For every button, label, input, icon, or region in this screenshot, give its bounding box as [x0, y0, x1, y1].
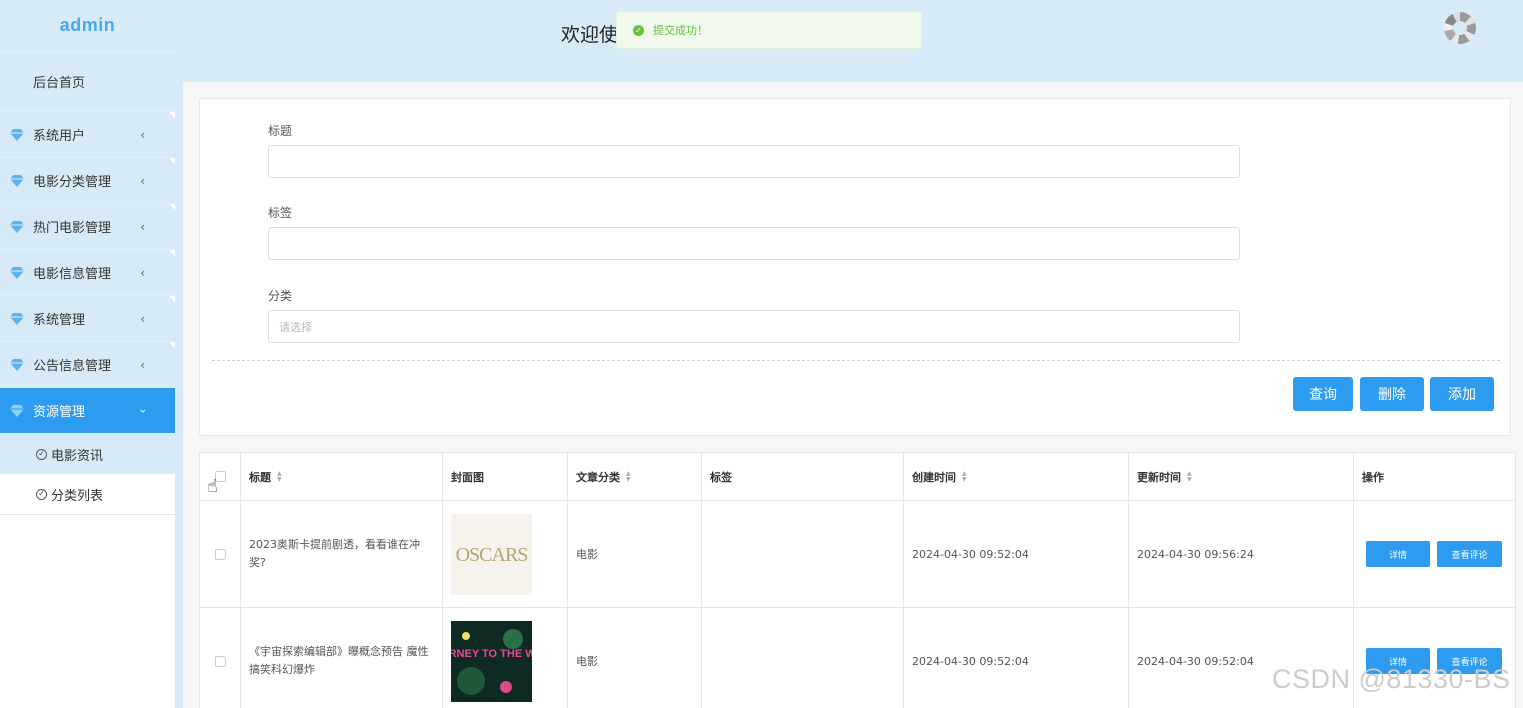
column-header-tag: 标签 — [702, 453, 904, 500]
sidebar-item-label: 资源管理 — [33, 405, 86, 420]
gem-icon — [10, 266, 24, 279]
chevron-down-icon: ‹ — [135, 408, 150, 413]
sidebar-item-label: 电影分类管理 — [33, 175, 112, 190]
sidebar-item-system-users[interactable]: 系统用户 ‹ — [0, 112, 175, 158]
chevron-left-icon: ‹ — [140, 219, 145, 234]
cover-image-oscars: OSCARS — [451, 513, 532, 595]
check-circle-icon: ✓ — [36, 448, 47, 460]
column-header-cover: 封面图 — [443, 453, 568, 500]
chevron-left-icon: ‹ — [140, 357, 145, 372]
table-header: 标题 ▲ ▼ 封面图 文章分类 ▲ ▼ 标签 创建时间 ▲ ▼ 更新时间 ▲ ▼ 操作 — [200, 453, 1515, 501]
gem-icon — [10, 220, 24, 233]
detail-button[interactable]: 详情 — [1366, 541, 1430, 567]
column-header-title[interactable]: 标题 ▲ ▼ — [241, 453, 443, 500]
row-updated: 2024-04-30 09:52:04 — [1137, 654, 1254, 668]
tag-input[interactable] — [268, 227, 1240, 260]
category-select[interactable]: 请选择 — [268, 310, 1240, 343]
delete-button[interactable]: 删除 — [1360, 377, 1424, 411]
watermark: CSDN @81330-BS — [1272, 664, 1511, 694]
sort-icon[interactable]: ▲ ▼ — [277, 470, 282, 483]
gem-icon — [10, 312, 24, 325]
table-row: 2023奥斯卡提前剧透，看看谁在冲奖? OSCARS 电影 2024-04-30… — [200, 501, 1515, 608]
category-label: 分类 — [268, 289, 293, 303]
sidebar-item-label: 后台首页 — [33, 76, 86, 91]
row-created: 2024-04-30 09:52:04 — [912, 654, 1029, 668]
check-circle-icon: ✓ — [36, 488, 47, 500]
search-form: 标题 标签 分类 请选择 查询 删除 添加 — [199, 98, 1511, 436]
gem-icon — [10, 174, 24, 187]
sidebar-item-label: 热门电影管理 — [33, 221, 112, 236]
sidebar-item-label: 电影信息管理 — [33, 267, 112, 282]
top-header: 欢迎使 ✓ 提交成功！ — [183, 0, 1523, 82]
sidebar-item-hot-movies[interactable]: 热门电影管理 ‹ — [0, 204, 175, 250]
cover-image-poster: JOURNEY TO THE WEST — [451, 620, 532, 702]
add-button[interactable]: 添加 — [1430, 377, 1494, 411]
toast-message: 提交成功！ — [653, 24, 708, 37]
column-header-created[interactable]: 创建时间 ▲ ▼ — [904, 453, 1129, 500]
gem-icon — [10, 404, 24, 417]
svg-text:JOURNEY TO THE WEST: JOURNEY TO THE WEST — [451, 648, 532, 660]
row-category: 电影 — [576, 548, 598, 561]
sidebar-item-movie-category[interactable]: 电影分类管理 ‹ — [0, 158, 175, 204]
row-created: 2024-04-30 09:52:04 — [912, 547, 1029, 561]
chevron-left-icon: ‹ — [140, 265, 145, 280]
sidebar-item-label: 系统管理 — [33, 313, 86, 328]
sidebar-item-label: 公告信息管理 — [33, 359, 112, 374]
sidebar: admin 后台首页 系统用户 ‹ 电影分类管理 ‹ 热门电影管理 ‹ 电影信息… — [0, 0, 175, 708]
sidebar-item-system-management[interactable]: 系统管理 ‹ — [0, 296, 175, 342]
sidebar-item-resources[interactable]: 资源管理 ‹ — [0, 388, 175, 434]
gem-icon — [10, 128, 24, 141]
query-button[interactable]: 查询 — [1293, 377, 1353, 411]
sort-icon[interactable]: ▲ ▼ — [626, 470, 631, 483]
row-title: 2023奥斯卡提前剧透，看看谁在冲奖? — [249, 538, 420, 569]
row-category: 电影 — [576, 655, 598, 668]
svg-text:OSCARS: OSCARS — [456, 544, 528, 566]
hand-cursor-icon: ☝ — [207, 476, 218, 497]
sidebar-item-home[interactable]: 后台首页 — [0, 52, 175, 112]
column-header-actions: 操作 — [1362, 470, 1384, 484]
sidebar-subitem-label: 分类列表 — [51, 488, 104, 504]
check-circle-icon: ✓ — [633, 24, 644, 36]
sidebar-item-movie-info[interactable]: 电影信息管理 ‹ — [0, 250, 175, 296]
welcome-text: 欢迎使 — [561, 24, 619, 46]
row-checkbox[interactable] — [214, 655, 226, 667]
column-header-category[interactable]: 文章分类 ▲ ▼ — [568, 453, 702, 500]
gem-icon — [10, 358, 24, 371]
sort-icon[interactable]: ▲ ▼ — [962, 470, 967, 483]
sidebar-subitem-category-list[interactable]: ✓ 分类列表 — [0, 474, 175, 514]
loading-spinner-icon[interactable] — [1444, 12, 1476, 44]
tag-label: 标签 — [268, 206, 293, 220]
row-updated: 2024-04-30 09:56:24 — [1137, 547, 1254, 561]
row-title: 《宇宙探索编辑部》曝概念预告 魔性搞笑科幻爆炸 — [249, 645, 429, 676]
sidebar-subitem-movie-news[interactable]: ✓ 电影资讯 — [0, 434, 175, 474]
column-header-updated[interactable]: 更新时间 ▲ ▼ — [1129, 453, 1354, 500]
chevron-left-icon: ‹ — [140, 311, 145, 326]
sidebar-rail — [175, 0, 183, 708]
success-toast: ✓ 提交成功！ — [616, 11, 922, 49]
sidebar-item-announcements[interactable]: 公告信息管理 ‹ — [0, 342, 175, 388]
chevron-left-icon: ‹ — [140, 173, 145, 188]
divider — [212, 360, 1500, 361]
app-logo: admin — [0, 0, 175, 52]
sidebar-subitem-label: 电影资讯 — [51, 448, 104, 464]
view-comments-button[interactable]: 查看评论 — [1437, 541, 1502, 567]
main-content: 标题 标签 分类 请选择 查询 删除 添加 标题 ▲ ▼ 封面图 文章分类 ▲ ▼ 标签… — [183, 82, 1523, 708]
title-label: 标题 — [268, 124, 293, 138]
sort-icon[interactable]: ▲ ▼ — [1187, 470, 1192, 483]
chevron-left-icon: ‹ — [140, 127, 145, 142]
title-input[interactable] — [268, 145, 1240, 178]
sidebar-item-label: 系统用户 — [33, 129, 86, 144]
row-checkbox[interactable] — [214, 548, 226, 560]
